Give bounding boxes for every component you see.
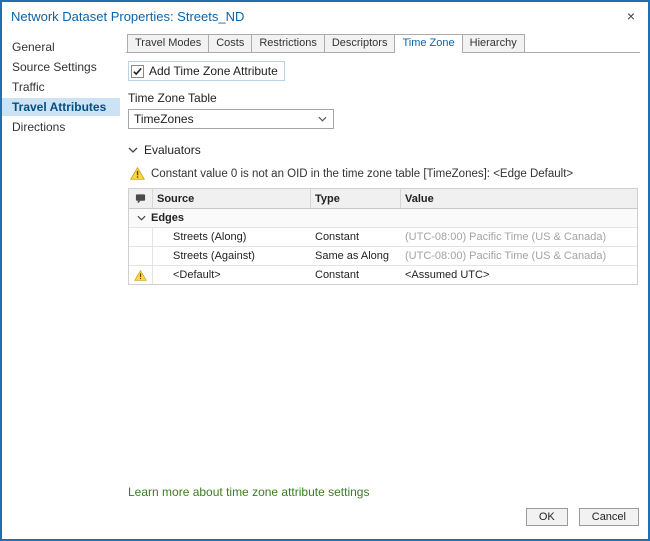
network-dataset-properties-dialog: Network Dataset Properties: Streets_ND ×…	[0, 0, 650, 541]
time-zone-tab-content: Add Time Zone Attribute Time Zone Table …	[126, 53, 640, 505]
titlebar: Network Dataset Properties: Streets_ND ×	[2, 2, 648, 30]
cell-source: Streets (Along)	[153, 228, 311, 246]
cell-type: Constant	[311, 266, 401, 284]
sidebar: General Source Settings Traffic Travel A…	[2, 30, 120, 505]
evaluators-section-label: Evaluators	[144, 143, 201, 157]
warning-text: Constant value 0 is not an OID in the ti…	[151, 168, 573, 180]
sidebar-item-general[interactable]: General	[2, 38, 120, 56]
cell-source: Streets (Against)	[153, 247, 311, 265]
dialog-title: Network Dataset Properties: Streets_ND	[11, 9, 620, 24]
check-icon	[132, 66, 143, 77]
tab-descriptors[interactable]: Descriptors	[324, 34, 396, 52]
warning-icon	[129, 266, 153, 284]
cell-value: <Assumed UTC>	[401, 266, 637, 284]
warning-icon	[130, 167, 145, 180]
table-group-row-edges[interactable]: Edges	[129, 209, 637, 228]
chevron-down-icon	[137, 215, 146, 221]
cell-source: <Default>	[153, 266, 311, 284]
cell-value: (UTC-08:00) Pacific Time (US & Canada)	[401, 228, 637, 246]
tab-hierarchy[interactable]: Hierarchy	[462, 34, 525, 52]
cell-type: Constant	[311, 228, 401, 246]
evaluators-section-toggle[interactable]: Evaluators	[128, 143, 638, 157]
chevron-down-icon	[128, 147, 138, 153]
cell-type: Same as Along	[311, 247, 401, 265]
group-label-edges: Edges	[151, 212, 184, 224]
add-time-zone-attribute-label: Add Time Zone Attribute	[149, 64, 278, 78]
tab-travel-modes[interactable]: Travel Modes	[127, 34, 209, 52]
time-zone-table-dropdown[interactable]: TimeZones	[128, 109, 334, 129]
learn-more-link[interactable]: Learn more about time zone attribute set…	[128, 485, 369, 499]
ok-button[interactable]: OK	[526, 508, 568, 526]
cancel-button[interactable]: Cancel	[579, 508, 639, 526]
column-header-type: Type	[311, 189, 401, 208]
column-header-value: Value	[401, 189, 637, 208]
time-zone-table-dropdown-value: TimeZones	[134, 112, 316, 126]
column-header-source: Source	[153, 189, 311, 208]
add-time-zone-attribute-row[interactable]: Add Time Zone Attribute	[128, 61, 285, 81]
evaluator-icon	[129, 189, 153, 208]
sidebar-item-traffic[interactable]: Traffic	[2, 78, 120, 96]
tab-restrictions[interactable]: Restrictions	[251, 34, 324, 52]
table-header-row: Source Type Value	[129, 189, 637, 209]
tab-time-zone[interactable]: Time Zone	[394, 34, 462, 53]
table-row-streets-along[interactable]: Streets (Along) Constant (UTC-08:00) Pac…	[129, 228, 637, 247]
sidebar-item-directions[interactable]: Directions	[2, 118, 120, 136]
row-icon-cell	[129, 228, 153, 246]
warning-message: Constant value 0 is not an OID in the ti…	[128, 167, 638, 180]
main-panel: Travel Modes Costs Restrictions Descript…	[120, 30, 648, 505]
cell-value: (UTC-08:00) Pacific Time (US & Canada)	[401, 247, 637, 265]
add-time-zone-attribute-checkbox[interactable]	[131, 65, 144, 78]
evaluators-table: Source Type Value Edges	[128, 188, 638, 285]
row-icon-cell	[129, 247, 153, 265]
table-row-streets-against[interactable]: Streets (Against) Same as Along (UTC-08:…	[129, 247, 637, 266]
tab-costs[interactable]: Costs	[208, 34, 252, 52]
tab-strip: Travel Modes Costs Restrictions Descript…	[126, 34, 640, 53]
sidebar-item-source-settings[interactable]: Source Settings	[2, 58, 120, 76]
sidebar-item-travel-attributes[interactable]: Travel Attributes	[2, 98, 120, 116]
time-zone-table-label: Time Zone Table	[128, 91, 638, 105]
table-row-default[interactable]: <Default> Constant <Assumed UTC>	[129, 266, 637, 284]
close-icon[interactable]: ×	[620, 6, 642, 26]
dialog-footer: OK Cancel	[2, 505, 648, 539]
dialog-body: General Source Settings Traffic Travel A…	[2, 30, 648, 505]
chevron-down-icon[interactable]	[316, 116, 328, 122]
